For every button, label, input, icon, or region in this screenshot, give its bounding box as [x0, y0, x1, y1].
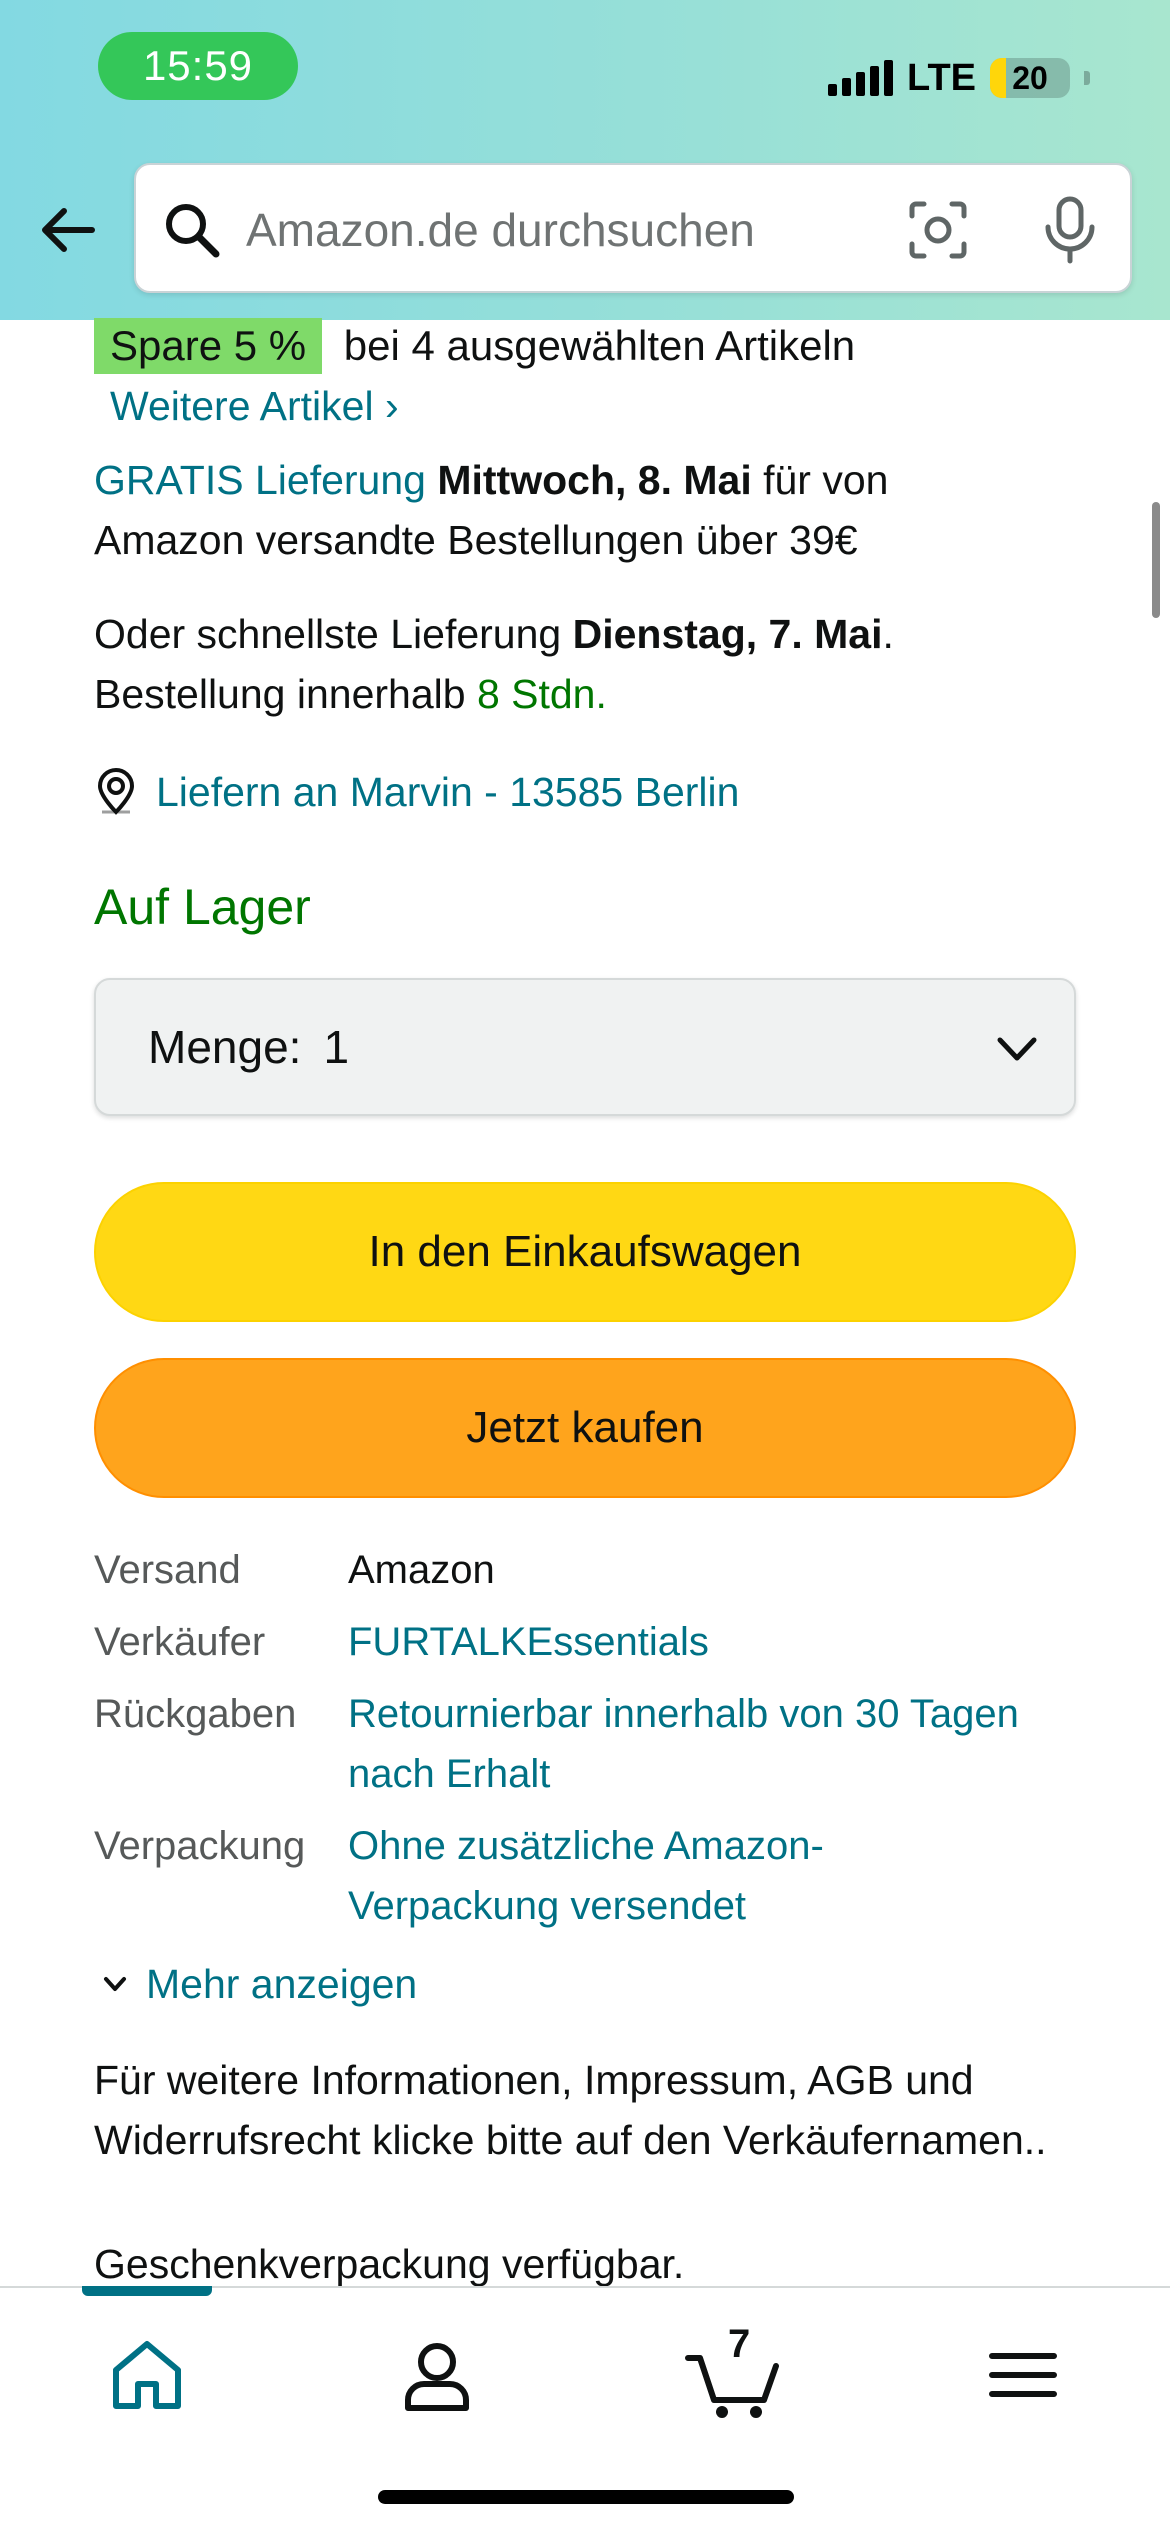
cart-tab[interactable]: 7	[684, 2322, 784, 2420]
show-more-toggle[interactable]: Mehr anzeigen	[100, 1954, 417, 2014]
add-to-cart-button[interactable]: In den Einkaufswagen	[94, 1182, 1076, 1322]
more-items-link[interactable]: Weitere Artikel ›	[110, 376, 399, 436]
buy-now-button[interactable]: Jetzt kaufen	[94, 1358, 1076, 1498]
home-indicator[interactable]	[378, 2490, 794, 2504]
back-arrow-icon[interactable]	[36, 198, 100, 262]
quantity-label: Menge:	[148, 1021, 302, 1073]
seller-info-text: Für weitere Informationen, Impressum, AG…	[94, 2057, 1047, 2163]
signal-icon	[828, 60, 894, 96]
detail-label-seller: Verkäufer	[94, 1620, 266, 1664]
fast-delivery-prefix: Oder schnellste Lieferung	[94, 611, 573, 657]
delivery-address-link[interactable]: Liefern an Marvin - 13585 Berlin	[156, 769, 739, 816]
battery-cap	[1084, 71, 1090, 85]
account-icon[interactable]	[392, 2330, 482, 2420]
free-delivery-link[interactable]: GRATIS Lieferung	[94, 457, 426, 503]
detail-label-returns: Rückgaben	[94, 1692, 297, 1736]
header: 15:59 LTE 20	[0, 0, 1170, 320]
quantity-value: 1	[323, 1021, 350, 1073]
free-delivery-date: Mittwoch, 8. Mai	[437, 457, 752, 503]
battery-level: 20	[1012, 59, 1048, 96]
fast-delivery-suffix: .	[882, 611, 894, 657]
packaging-link[interactable]: Ohne zusätzliche Amazon-Verpackung verse…	[348, 1816, 948, 1936]
detail-label-packaging: Verpackung	[94, 1824, 306, 1868]
menu-icon[interactable]	[978, 2330, 1068, 2420]
show-more-link[interactable]: Mehr anzeigen	[146, 1961, 417, 2008]
search-bar[interactable]	[134, 163, 1132, 293]
camera-icon[interactable]	[906, 198, 970, 262]
detail-label-shipping: Versand	[94, 1548, 241, 1592]
fast-delivery-date: Dienstag, 7. Mai	[572, 611, 883, 657]
returns-link[interactable]: Retournierbar innerhalb von 30 Tagen nac…	[348, 1684, 1088, 1804]
delivery-location[interactable]: Liefern an Marvin - 13585 Berlin	[94, 762, 739, 822]
discount-badge: Spare 5 %	[94, 318, 323, 374]
status-indicators: LTE 20	[828, 50, 1090, 106]
cart-count-badge: 7	[728, 2322, 751, 2366]
fast-delivery-info: Oder schnellste Lieferung Dienstag, 7. M…	[94, 604, 1094, 724]
microphone-icon[interactable]	[1042, 195, 1098, 265]
free-delivery-suffix: für von	[751, 457, 889, 503]
battery-icon: 20	[990, 58, 1070, 98]
location-pin-icon	[97, 768, 135, 815]
chevron-down-icon	[997, 1037, 1037, 1061]
gift-wrap-text: Geschenkverpackung verfügbar.	[94, 2241, 685, 2287]
home-icon[interactable]	[102, 2330, 192, 2420]
promo-line: Spare 5 % bei 4 ausgewählten Artikeln	[94, 316, 855, 376]
active-tab-indicator	[82, 2286, 212, 2296]
quantity-select[interactable]: Menge: 1	[94, 978, 1076, 1116]
scrollbar[interactable]	[1152, 502, 1160, 618]
free-delivery-condition: Amazon versandte Bestellungen über 39€	[94, 517, 858, 563]
free-delivery-info: GRATIS Lieferung Mittwoch, 8. Mai für vo…	[94, 450, 1094, 570]
stock-status: Auf Lager	[94, 879, 311, 935]
order-within-time: 8 Stdn.	[476, 671, 607, 717]
order-within-prefix: Bestellung innerhalb	[94, 671, 477, 717]
promo-text: bei 4 ausgewählten Artikeln	[343, 322, 856, 369]
search-input[interactable]	[246, 195, 946, 265]
seller-link[interactable]: FURTALKEssentials	[348, 1612, 1088, 1672]
search-icon	[166, 204, 220, 258]
network-type: LTE	[907, 56, 976, 99]
status-time: 15:59	[98, 32, 298, 100]
chevron-down-icon	[104, 1977, 126, 1991]
detail-value-shipping: Amazon	[348, 1548, 495, 1592]
